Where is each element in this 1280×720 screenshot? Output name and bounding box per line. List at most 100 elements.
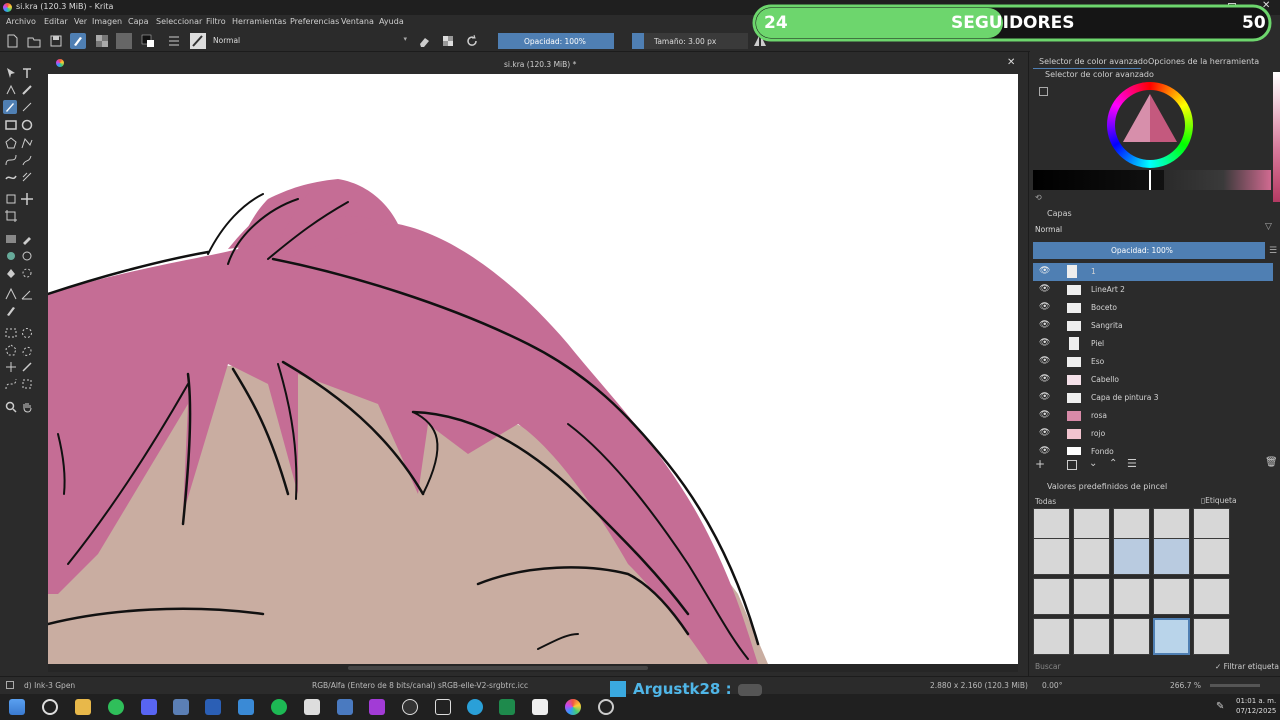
brush-preset[interactable]: [1073, 538, 1110, 575]
assistant-tool-icon[interactable]: [4, 287, 18, 301]
layer-properties-icon[interactable]: ☰: [1127, 457, 1137, 470]
excel-icon[interactable]: [499, 699, 515, 715]
visibility-eye-icon[interactable]: 👁: [1039, 338, 1050, 348]
filter-tag-checkbox[interactable]: ✓ Filtrar etiqueta: [1215, 662, 1279, 671]
discord-icon[interactable]: [141, 699, 157, 715]
layer-row[interactable]: 👁 1: [1033, 263, 1273, 281]
visibility-eye-icon[interactable]: 👁: [1039, 392, 1050, 402]
brush-preset[interactable]: [1153, 538, 1190, 575]
freehand-path-icon[interactable]: [20, 153, 34, 167]
obs-studio-icon[interactable]: [598, 699, 614, 715]
krita-taskbar-icon[interactable]: [565, 699, 581, 715]
brush-tag-button[interactable]: ▯Etiqueta: [1201, 496, 1237, 505]
polyline-tool-icon[interactable]: [20, 136, 34, 150]
blend-mode-select[interactable]: Normal ▾: [210, 34, 410, 48]
move-tool-icon[interactable]: [20, 192, 34, 206]
dynamic-brush-icon[interactable]: [4, 170, 18, 184]
word-icon[interactable]: [205, 699, 221, 715]
polygon-select-icon[interactable]: [4, 343, 18, 357]
gradient-tool-icon[interactable]: [4, 232, 18, 246]
brush-preset[interactable]: [1033, 578, 1070, 615]
brush-preset[interactable]: [1073, 618, 1110, 655]
brush-preset[interactable]: [1153, 578, 1190, 615]
menu-filtro[interactable]: Filtro: [206, 17, 226, 26]
freehand-select-icon[interactable]: [20, 343, 34, 357]
freehand-brush-icon[interactable]: [3, 100, 17, 114]
edge-icon[interactable]: [467, 699, 483, 715]
color-swatches-strip[interactable]: [1273, 72, 1280, 202]
layer-row[interactable]: 👁 LineArt 2: [1033, 281, 1273, 299]
visibility-eye-icon[interactable]: 👁: [1039, 410, 1050, 420]
add-layer-icon[interactable]: +: [1035, 457, 1045, 471]
color-wheel[interactable]: [1107, 82, 1193, 168]
alpha-lock-icon[interactable]: [440, 33, 456, 49]
layer-row[interactable]: 👁 Sangrita: [1033, 317, 1273, 335]
horizontal-scrollbar[interactable]: [48, 664, 1018, 672]
layer-row[interactable]: 👁 Piel: [1033, 335, 1273, 353]
clock-date[interactable]: 07/12/2025: [1236, 707, 1276, 715]
brush-preset[interactable]: [1113, 538, 1150, 575]
visibility-eye-icon[interactable]: 👁: [1039, 320, 1050, 330]
calligraphy-icon[interactable]: [20, 83, 34, 97]
bezier-tool-icon[interactable]: [4, 153, 18, 167]
layer-row[interactable]: 👁 Cabello: [1033, 371, 1273, 389]
visibility-eye-icon[interactable]: 👁: [1039, 446, 1050, 455]
brush-preset[interactable]: [1033, 538, 1070, 575]
delete-layer-icon[interactable]: 🗑: [1265, 457, 1278, 468]
whatsapp-icon[interactable]: [108, 699, 124, 715]
eraser-icon[interactable]: [416, 33, 432, 49]
layers-menu-icon[interactable]: ☰: [1269, 246, 1277, 256]
obs-icon[interactable]: [402, 699, 418, 715]
picsart-icon[interactable]: [369, 699, 385, 715]
network-icon[interactable]: ✎: [1216, 701, 1224, 712]
ellipse-select-icon[interactable]: [20, 326, 34, 340]
measure-tool-icon[interactable]: [20, 287, 34, 301]
layer-row[interactable]: 👁 rojo: [1033, 425, 1273, 443]
calculator-icon[interactable]: [173, 699, 189, 715]
menu-archivo[interactable]: Archivo: [6, 17, 36, 26]
app-icon[interactable]: [337, 699, 353, 715]
visibility-eye-icon[interactable]: 👁: [1039, 428, 1050, 438]
new-document-icon[interactable]: [4, 33, 20, 49]
menu-ventana[interactable]: Ventana: [341, 17, 374, 26]
opacity-slider[interactable]: Opacidad: 100%: [498, 33, 614, 49]
menu-imagen[interactable]: Imagen: [92, 17, 122, 26]
menu-ayuda[interactable]: Ayuda: [379, 17, 404, 26]
layer-row[interactable]: 👁 Fondo: [1033, 443, 1273, 455]
tab-color-selector[interactable]: Selector de color avanzado: [1039, 57, 1148, 66]
reload-preset-icon[interactable]: [464, 33, 480, 49]
rectangle-tool-icon[interactable]: [4, 118, 18, 132]
smart-patch-icon[interactable]: [20, 249, 34, 263]
visibility-eye-icon[interactable]: 👁: [1039, 356, 1050, 366]
brush-search-input[interactable]: Buscar: [1035, 662, 1061, 671]
close-document-icon[interactable]: ✕: [1007, 57, 1015, 68]
layer-opacity-slider[interactable]: Opacidad: 100%: [1033, 242, 1265, 259]
polygon-tool-icon[interactable]: [4, 136, 18, 150]
brush-editor-icon[interactable]: [70, 33, 86, 49]
reference-tool-icon[interactable]: [4, 304, 18, 318]
blend-mode-layers[interactable]: Normal: [1033, 224, 1255, 236]
rotation-status[interactable]: 0.00°: [1042, 681, 1062, 690]
layer-row[interactable]: 👁 Eso: [1033, 353, 1273, 371]
multibrush-icon[interactable]: [20, 170, 34, 184]
brush-filter-select[interactable]: Todas: [1035, 496, 1195, 508]
menu-capa[interactable]: Capa: [128, 17, 148, 26]
color-picker-icon[interactable]: [20, 232, 34, 246]
open-document-icon[interactable]: [26, 33, 42, 49]
colorize-mask-icon[interactable]: [4, 249, 18, 263]
brush-settings-icon[interactable]: [166, 33, 182, 49]
contiguous-select-icon[interactable]: [4, 360, 18, 374]
visibility-eye-icon[interactable]: 👁: [1039, 266, 1050, 276]
filter-icon[interactable]: ▽: [1265, 222, 1272, 232]
edit-shapes-icon[interactable]: [4, 83, 18, 97]
pattern-icon[interactable]: [116, 33, 132, 49]
zoom-slider[interactable]: [1210, 684, 1260, 687]
menu-ver[interactable]: Ver: [74, 17, 87, 26]
ellipse-tool-icon[interactable]: [20, 118, 34, 132]
capcut-editor-icon[interactable]: [532, 699, 548, 715]
crop-tool-icon[interactable]: [4, 209, 18, 223]
tab-tool-options[interactable]: Opciones de la herramienta: [1148, 57, 1259, 66]
zoom-tool-icon[interactable]: [4, 400, 18, 414]
file-explorer-icon[interactable]: [75, 699, 91, 715]
capcut-icon[interactable]: [435, 699, 451, 715]
